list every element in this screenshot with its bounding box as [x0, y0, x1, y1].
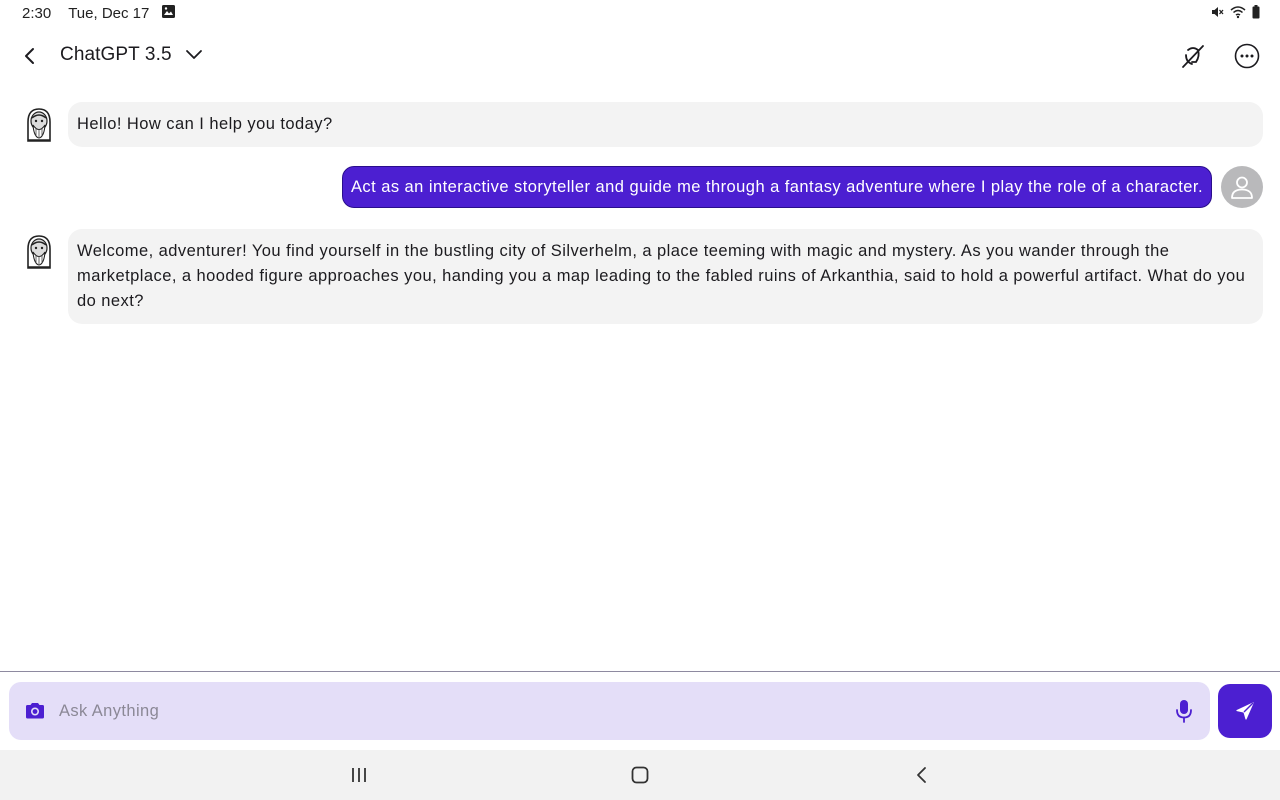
battery-icon [1252, 5, 1260, 23]
status-icons [1210, 5, 1260, 23]
camera-icon [26, 703, 44, 719]
message-composer [9, 682, 1210, 740]
user-profile-icon [1231, 176, 1253, 199]
system-back-icon [917, 767, 926, 783]
microphone-icon [1176, 700, 1192, 723]
ask-input[interactable] [59, 694, 1159, 728]
system-nav-bar [0, 750, 1280, 800]
gallery-notification-icon [161, 4, 176, 23]
send-button[interactable] [1218, 684, 1272, 738]
status-time: 2:30 [22, 4, 52, 22]
app-bar: ChatGPT 3.5 [0, 30, 1280, 82]
assistant-message-bubble: Hello! How can I help you today? [68, 102, 1263, 147]
assistant-message-text: Hello! How can I help you today? [77, 115, 333, 133]
app-bar-actions [1178, 41, 1262, 71]
assistant-message-bubble: Welcome, adventurer! You find yourself i… [68, 229, 1263, 324]
mute-icon [1210, 5, 1224, 23]
user-avatar [1221, 166, 1263, 208]
bot-avatar [24, 106, 54, 142]
microphone-button[interactable] [1172, 698, 1196, 724]
chevron-down-icon [185, 50, 202, 59]
chat-screen: 2:30 Tue, Dec 17 ChatGPT 3.5 Hello! How … [0, 0, 1280, 800]
wizard-avatar-icon [27, 108, 51, 142]
home-button[interactable] [628, 764, 652, 786]
send-icon [1236, 702, 1254, 720]
camera-button[interactable] [23, 699, 47, 723]
user-message-text: Act as an interactive storyteller and gu… [350, 178, 1203, 196]
recent-apps-button[interactable] [347, 764, 371, 786]
recent-apps-icon [352, 768, 366, 782]
system-back-button[interactable] [910, 764, 934, 786]
more-options-icon [1234, 43, 1260, 69]
composer-divider [0, 671, 1280, 672]
wifi-icon [1230, 5, 1246, 23]
page-title: ChatGPT 3.5 [60, 44, 172, 65]
status-bar: 2:30 Tue, Dec 17 [0, 0, 1280, 26]
user-message-bubble: Act as an interactive storyteller and gu… [341, 166, 1212, 208]
back-arrow-icon [25, 48, 34, 64]
more-options-button[interactable] [1232, 41, 1262, 71]
back-button[interactable] [18, 44, 42, 68]
voice-toggle-button[interactable] [1178, 41, 1208, 71]
bot-avatar [24, 233, 54, 269]
wizard-avatar-icon [27, 235, 51, 269]
home-icon [631, 766, 649, 784]
model-selector[interactable]: ChatGPT 3.5 [60, 44, 204, 66]
status-date: Tue, Dec 17 [68, 4, 150, 22]
voice-off-icon [1182, 45, 1204, 68]
assistant-message-text: Welcome, adventurer! You find yourself i… [77, 242, 1246, 310]
